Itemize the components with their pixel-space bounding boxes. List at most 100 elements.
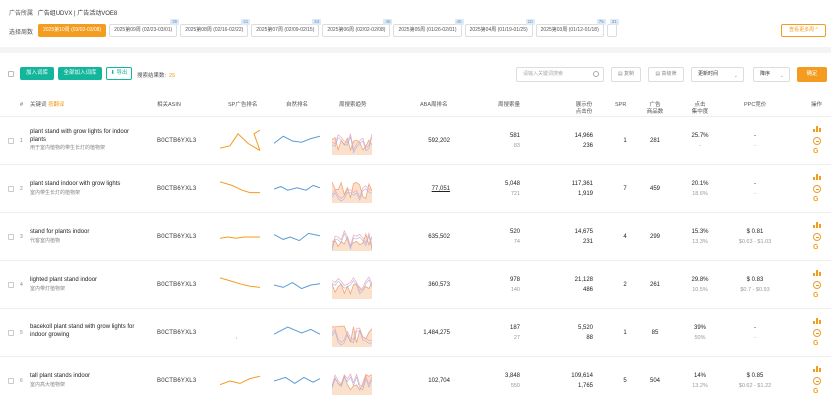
ads-product-count: 261 — [649, 282, 660, 288]
related-asin[interactable]: B0CTB6YXL3 — [157, 186, 196, 192]
row-checkbox[interactable] — [8, 330, 14, 336]
confirm-button[interactable]: 确定 — [797, 67, 827, 82]
trend-icon[interactable] — [813, 366, 821, 372]
table-row[interactable]: 5 bacekoll plant stand with grow lights … — [0, 309, 831, 357]
week-chip[interactable]: 2025第06周 (02/02-02/08) 46 — [322, 19, 393, 37]
col-ppc[interactable]: PPC竞价 — [744, 102, 766, 109]
sp-rank-sparkline — [220, 129, 260, 152]
trend-icon[interactable] — [813, 174, 821, 180]
ad-owner-value: 广告组UDVX | 广告活动VOE8 — [37, 11, 118, 17]
clicks-sub: 236 — [582, 143, 593, 149]
chevron-down-icon: ⌄ — [779, 73, 784, 79]
search-input[interactable]: 请输入关键词搜索 — [516, 67, 604, 82]
remove-icon[interactable] — [813, 377, 821, 385]
keyword-text[interactable]: plant stand indoor with grow lights — [30, 180, 145, 188]
week-selector: 2025第10周 (03/02-03/08) 2025第09周 (02/23-03… — [38, 19, 619, 37]
sort-tag[interactable]: 按翻译 — [48, 102, 65, 108]
google-icon[interactable]: G — [813, 388, 818, 396]
copy-button[interactable]: ▤ 复制 — [611, 67, 641, 82]
week-chip[interactable]: 2025第05周 (01/26-02/01) 40 — [393, 19, 464, 37]
weekly-search-value: 581 — [509, 133, 520, 139]
col-ads[interactable]: 广告 商品数 — [642, 102, 668, 116]
keyword-text[interactable]: plant stand with grow lights for indoor … — [30, 128, 145, 144]
keyword-text[interactable]: tall plant stands indoor — [30, 372, 145, 380]
trend-icon[interactable] — [813, 222, 821, 228]
trend-icon[interactable] — [813, 270, 821, 276]
remove-icon[interactable] — [813, 281, 821, 289]
week-chip[interactable]: 2025第03周 (01/12-01/18) 75 — [535, 19, 606, 37]
col-asin: 相关ASIN — [157, 102, 181, 108]
sort-field-select[interactable]: 更新时间 ⌄ — [691, 67, 744, 82]
related-asin[interactable]: B0CTB6YXL3 — [157, 282, 196, 288]
ppc-bid-range: $0.62 - $1.22 — [738, 383, 772, 389]
sp-rank-line — [220, 277, 260, 288]
col-clicks-a: 展示份 — [575, 102, 593, 108]
export-button[interactable]: ⬇ 导出 — [106, 67, 132, 80]
select-all-checkbox[interactable] — [8, 71, 14, 77]
related-asin[interactable]: B0CTB6YXL3 — [157, 138, 196, 144]
col-sp-rank[interactable]: SP广告排名 — [228, 102, 257, 109]
click-concentration: 25.7% — [691, 133, 709, 139]
col-natural-rank[interactable]: 自然排名 — [286, 102, 308, 109]
week-chip[interactable]: 2025第07周 (02/09-02/15) 53 — [251, 19, 322, 37]
google-icon[interactable]: G — [813, 292, 818, 300]
col-spr[interactable]: SPR — [615, 102, 626, 109]
row-checkbox[interactable] — [8, 282, 14, 288]
google-icon[interactable]: G — [813, 244, 818, 252]
week-chip[interactable]: 2025第04周 (01/19-01/25) 10 — [464, 19, 535, 37]
sort-order-select[interactable]: 降序 ⌄ — [753, 67, 790, 82]
table-row[interactable]: 6 tall plant stands indoor 室内高大植物架 B0CTB… — [0, 357, 831, 400]
row-checkbox[interactable] — [8, 234, 14, 240]
spr-value: 5 — [623, 378, 627, 384]
ppc-bid: - — [754, 181, 756, 187]
related-asin[interactable]: B0CTB6YXL3 — [157, 378, 196, 384]
click-concentration-sub: 13.3% — [692, 239, 708, 245]
row-index: 2 — [20, 186, 23, 192]
filter-button[interactable]: ▤ 高级筛 — [648, 67, 684, 82]
sort-field-value: 更新时间 — [698, 71, 719, 77]
row-checkbox[interactable] — [8, 186, 14, 192]
table-row[interactable]: 3 stand for plants indoor 代客室内植物 B0CTB6Y… — [0, 213, 831, 261]
google-icon[interactable]: G — [813, 148, 818, 156]
table-row[interactable]: 4 lighted plant stand indoor 室内带灯植物架 B0C… — [0, 261, 831, 309]
table-row[interactable]: 2 plant stand indoor with grow lights 室内… — [0, 165, 831, 213]
related-asin[interactable]: B0CTB6YXL3 — [157, 234, 196, 240]
keyword-translation: 室内高大植物架 — [30, 382, 66, 388]
week-chip[interactable]: 31 — [606, 19, 619, 37]
row-checkbox[interactable] — [8, 378, 14, 384]
table-row[interactable]: 1 plant stand with grow lights for indoo… — [0, 117, 831, 165]
col-clicks[interactable]: 展示份 点击份 — [572, 102, 596, 116]
google-icon[interactable]: G — [813, 340, 818, 348]
keyword-text[interactable]: bacekoll plant stand with grow lights fo… — [30, 323, 145, 339]
add-to-library-button[interactable]: 加入词库 — [20, 67, 54, 80]
add-all-to-library-button[interactable]: 全部加入词库 — [58, 67, 102, 80]
remove-icon[interactable] — [813, 233, 821, 241]
row-checkbox[interactable] — [8, 138, 14, 144]
sp-rank-sparkline — [235, 337, 238, 339]
clicks-value: 21,128 — [574, 277, 593, 283]
clicks-sub: 1,765 — [577, 383, 593, 389]
clicks-value: 117,361 — [571, 181, 593, 187]
remove-icon[interactable] — [813, 137, 821, 145]
col-aba-rank[interactable]: ABA周排名 — [420, 102, 448, 109]
weeks-label: 选择周数 — [9, 30, 34, 36]
remove-icon[interactable] — [813, 185, 821, 193]
clicks-sub: 1,919 — [577, 191, 593, 197]
natural-rank-line — [274, 135, 320, 144]
keyword-text[interactable]: lighted plant stand indoor — [30, 276, 145, 284]
more-weeks-button[interactable]: 查看更多周 ^ — [781, 24, 826, 37]
trend-icon[interactable] — [813, 126, 821, 132]
trend-icon[interactable] — [813, 318, 821, 324]
google-icon[interactable]: G — [813, 196, 818, 204]
related-asin[interactable]: B0CTB6YXL3 — [157, 330, 196, 336]
col-keyword[interactable]: 关键词 按翻译 — [30, 102, 65, 109]
click-concentration-sub: - — [699, 143, 701, 149]
week-badge: 75 — [596, 19, 606, 25]
week-chip[interactable]: 2025第10周 (03/02-03/08) — [38, 24, 107, 37]
remove-icon[interactable] — [813, 329, 821, 337]
keyword-text[interactable]: stand for plants indoor — [30, 228, 145, 236]
col-ctr[interactable]: 点击 集中度 — [688, 102, 712, 116]
week-chip[interactable]: 2025第09周 (02/23-03/01) 35 — [109, 19, 180, 37]
col-weekly-search[interactable]: 周搜索量 — [498, 102, 520, 109]
week-chip[interactable]: 2025第08周 (02/16-02/22) 41 — [180, 19, 251, 37]
